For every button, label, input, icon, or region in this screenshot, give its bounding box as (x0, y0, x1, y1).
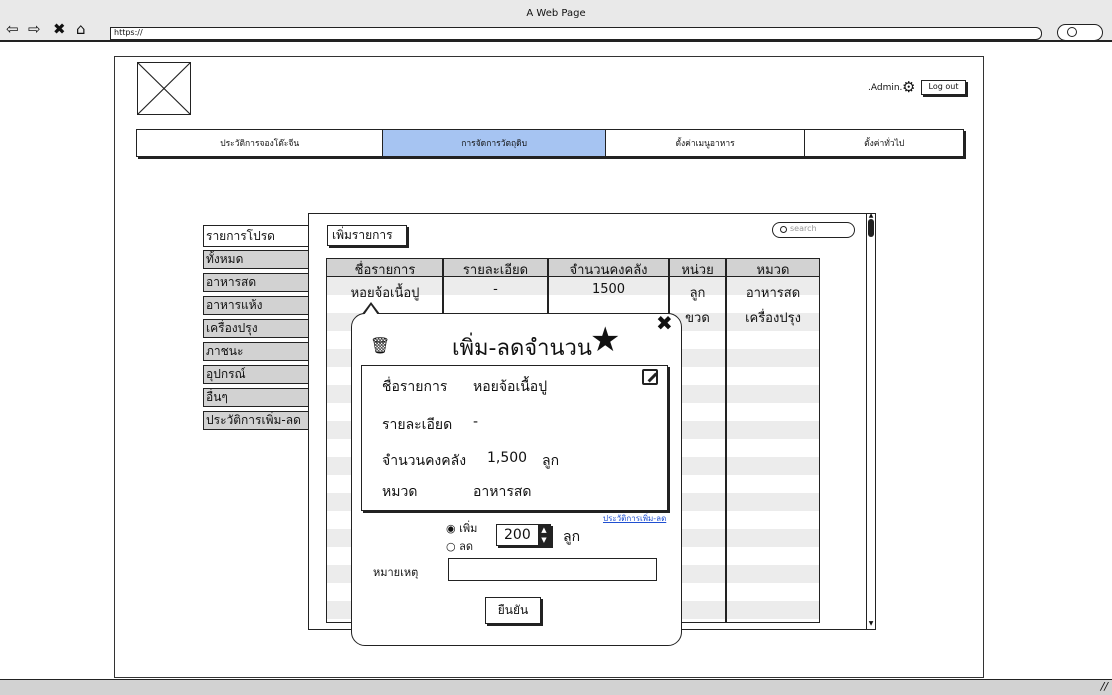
menu-item-all[interactable]: ทั้งหมด (203, 250, 309, 269)
radio-unchecked-icon: ○ (446, 540, 456, 553)
url-bar[interactable]: https:// (110, 27, 1042, 40)
note-input[interactable] (448, 558, 657, 581)
stepper-arrows-icon[interactable]: ▲ ▼ (538, 525, 550, 545)
menu-item-others[interactable]: อื่นๆ (203, 388, 309, 407)
column-header-unit[interactable]: หน่วย (670, 259, 725, 280)
window-title: A Web Page (526, 8, 586, 19)
main-tabs: ประวัติการจองโต๊ะจีน การจัดการวัตถุดิบ ต… (136, 129, 964, 157)
radio-remove-label: ลด (459, 540, 473, 553)
column-header-name[interactable]: ชื่อรายการ (328, 259, 442, 280)
stock-value: 1,500 (487, 450, 528, 466)
logo-placeholder (137, 62, 191, 115)
search-icon (780, 226, 787, 233)
menu-item-dry-food[interactable]: อาหารแห้ง (203, 296, 309, 315)
admin-label: .Admin. (868, 83, 903, 93)
trash-icon[interactable]: 🗑 (370, 336, 390, 355)
tab-ingredient-management[interactable]: การจัดการวัตถุดิบ (383, 130, 606, 156)
radio-add[interactable]: ◉ เพิ่ม (446, 519, 477, 537)
browser-search-button[interactable] (1057, 24, 1103, 41)
scroll-down-icon[interactable]: ▼ (866, 620, 876, 628)
logout-button[interactable]: Log out (921, 80, 966, 95)
resize-grip-icon[interactable]: // (1101, 680, 1108, 693)
category-label: หมวด (382, 484, 418, 500)
menu-item-fresh-food[interactable]: อาหารสด (203, 273, 309, 292)
close-icon[interactable]: ✖ (53, 22, 66, 37)
menu-item-favorites[interactable]: รายการโปรด (203, 225, 309, 247)
forward-arrow-icon[interactable]: ⇨ (28, 22, 41, 37)
menu-item-seasoning[interactable]: เครื่องปรุง (203, 319, 309, 338)
tab-menu-settings[interactable]: ตั้งค่าเมนูอาหาร (606, 130, 806, 156)
column-header-stock[interactable]: จำนวนคงคลัง (549, 259, 668, 280)
radio-remove[interactable]: ○ ลด (446, 537, 473, 555)
table-cell: หอยจ้อเนื้อปู (350, 286, 420, 301)
modal-title: เพิ่ม-ลดจำนวน (452, 336, 592, 361)
note-label: หมายเหตุ (373, 566, 419, 579)
name-label: ชื่อรายการ (382, 379, 448, 395)
add-item-button[interactable]: เพิ่มรายการ (327, 225, 407, 246)
tab-general-settings[interactable]: ตั้งค่าทั่วไป (805, 130, 963, 156)
name-value: หอยจ้อเนื้อปู (473, 379, 548, 395)
detail-label: รายละเอียด (382, 417, 453, 433)
panel-scrollbar[interactable] (866, 213, 876, 630)
radio-checked-icon: ◉ (446, 522, 456, 535)
modal-pointer-fill (364, 305, 378, 315)
close-icon[interactable]: ✖ (656, 313, 673, 333)
table-cell: อาหารสด (745, 286, 801, 301)
scroll-thumb[interactable] (868, 219, 874, 237)
confirm-button[interactable]: ยืนยัน (485, 597, 541, 624)
stock-unit: ลูก (542, 453, 560, 469)
search-placeholder: search (790, 224, 817, 233)
radio-add-label: เพิ่ม (459, 522, 478, 535)
menu-item-history[interactable]: ประวัติการเพิ่ม-ลด (203, 411, 309, 430)
amount-unit: ลูก (563, 529, 581, 545)
category-value: อาหารสด (473, 484, 532, 500)
status-bar (0, 679, 1112, 695)
back-arrow-icon[interactable]: ⇦ (6, 22, 19, 37)
table-cell: เครื่องปรุง (745, 311, 801, 326)
gear-icon[interactable]: ⚙ (902, 80, 915, 95)
home-icon[interactable]: ⌂ (76, 22, 86, 37)
tab-booking-history[interactable]: ประวัติการจองโต๊ะจีน (137, 130, 384, 156)
table-cell: ลูก (689, 286, 706, 301)
menu-item-equipment[interactable]: อุปกรณ์ (203, 365, 309, 384)
detail-value: - (473, 414, 479, 430)
search-icon (1067, 27, 1077, 37)
table-cell: 1500 (591, 282, 626, 297)
table-cell: - (493, 282, 498, 297)
column-header-category[interactable]: หมวด (727, 259, 819, 280)
edit-icon[interactable] (642, 369, 658, 385)
column-header-detail[interactable]: รายละเอียด (444, 259, 547, 280)
star-icon[interactable]: ★ (590, 323, 620, 357)
menu-item-containers[interactable]: ภาชนะ (203, 342, 309, 361)
stock-label: จำนวนคงคลัง (382, 453, 467, 469)
search-input[interactable]: search (772, 222, 855, 238)
history-link[interactable]: ประวัติการเพิ่ม-ลด (603, 512, 666, 525)
